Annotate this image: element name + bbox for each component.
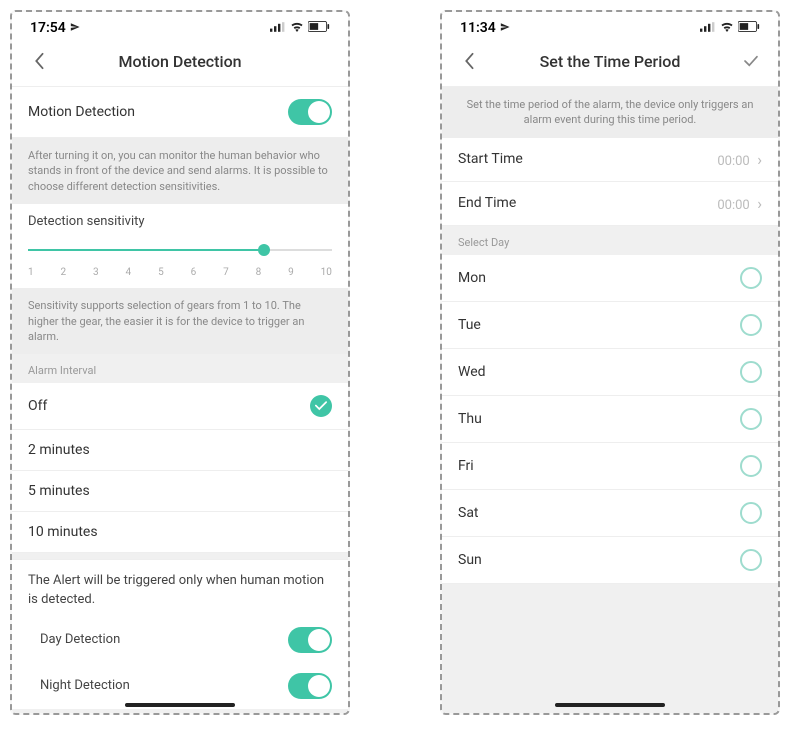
check-icon	[743, 55, 759, 67]
option-label: 5 minutes	[28, 483, 90, 499]
option-label: 10 minutes	[28, 524, 98, 540]
chevron-right-icon: ›	[757, 150, 762, 169]
alert-note: The Alert will be triggered only when hu…	[12, 559, 348, 616]
nav-header: Set the Time Period	[442, 40, 778, 87]
day-label: Tue	[458, 317, 481, 333]
day-radio[interactable]	[740, 267, 762, 289]
screen-set-time-period: 11:34 Set the Time Period Set the tim	[440, 10, 780, 715]
day-label: Thu	[458, 411, 482, 427]
alarm-interval-option-5min[interactable]: 5 minutes	[12, 471, 348, 512]
start-time-value: 00:00	[717, 154, 749, 169]
status-bar: 17:54	[12, 12, 348, 40]
day-label: Sat	[458, 505, 479, 521]
page-title: Set the Time Period	[482, 52, 738, 71]
chevron-left-icon	[463, 52, 475, 70]
day-row-thu[interactable]: Thu	[442, 396, 778, 443]
signal-icon	[270, 20, 286, 36]
day-radio[interactable]	[740, 502, 762, 524]
row-label: End Time	[458, 195, 516, 211]
day-detection-toggle[interactable]	[288, 627, 332, 653]
page-title: Motion Detection	[52, 52, 308, 71]
motion-detection-toggle-row: Motion Detection	[12, 87, 348, 138]
day-radio[interactable]	[740, 361, 762, 383]
status-bar: 11:34	[442, 12, 778, 40]
start-time-row[interactable]: Start Time 00:00 ›	[442, 138, 778, 182]
row-label: Start Time	[458, 151, 523, 167]
signal-icon	[700, 20, 716, 36]
option-label: Off	[28, 398, 47, 414]
wifi-icon	[720, 20, 734, 36]
back-button[interactable]	[456, 48, 482, 74]
confirm-button[interactable]	[738, 48, 764, 74]
day-detection-row: Day Detection	[12, 617, 348, 663]
chevron-left-icon	[33, 52, 45, 70]
day-label: Wed	[458, 364, 486, 380]
day-radio[interactable]	[740, 455, 762, 477]
day-radio[interactable]	[740, 314, 762, 336]
location-icon	[500, 20, 510, 36]
location-icon	[70, 20, 80, 36]
day-row-wed[interactable]: Wed	[442, 349, 778, 396]
content: Motion Detection After turning it on, yo…	[12, 87, 348, 713]
night-detection-row: Night Detection	[12, 663, 348, 709]
screen-motion-detection: 17:54 Motion Detection Motion Detection	[10, 10, 350, 715]
content: Set the time period of the alarm, the de…	[442, 87, 778, 713]
sensitivity-slider[interactable]: 1 2 3 4 5 6 7 8 9 10	[12, 235, 348, 288]
slider-ticks: 1 2 3 4 5 6 7 8 9 10	[28, 267, 332, 278]
period-desc: Set the time period of the alarm, the de…	[442, 87, 778, 138]
option-label: 2 minutes	[28, 442, 90, 458]
motion-detection-toggle[interactable]	[288, 99, 332, 125]
home-indicator[interactable]	[125, 703, 235, 707]
motion-desc: After turning it on, you can monitor the…	[12, 138, 348, 204]
row-label: Motion Detection	[28, 104, 135, 120]
row-label: Night Detection	[40, 678, 130, 693]
row-label: Day Detection	[40, 632, 120, 647]
day-radio[interactable]	[740, 549, 762, 571]
day-label: Fri	[458, 458, 474, 474]
night-detection-toggle[interactable]	[288, 673, 332, 699]
end-time-row[interactable]: End Time 00:00 ›	[442, 182, 778, 226]
home-indicator[interactable]	[555, 703, 665, 707]
day-row-mon[interactable]: Mon	[442, 255, 778, 302]
day-row-sat[interactable]: Sat	[442, 490, 778, 537]
day-row-tue[interactable]: Tue	[442, 302, 778, 349]
wifi-icon	[290, 20, 304, 36]
alarm-interval-option-2min[interactable]: 2 minutes	[12, 430, 348, 471]
sensitivity-title: Detection sensitivity	[12, 204, 348, 235]
day-row-sun[interactable]: Sun	[442, 537, 778, 584]
alarm-interval-option-off[interactable]: Off	[12, 383, 348, 430]
status-time: 17:54	[30, 20, 66, 36]
day-label: Mon	[458, 270, 486, 286]
select-day-label: Select Day	[442, 226, 778, 255]
alarm-interval-option-10min[interactable]: 10 minutes	[12, 512, 348, 553]
day-row-fri[interactable]: Fri	[442, 443, 778, 490]
battery-icon	[738, 20, 760, 36]
battery-icon	[308, 20, 330, 36]
day-label: Sun	[458, 552, 482, 568]
end-time-value: 00:00	[717, 198, 749, 213]
sensitivity-desc: Sensitivity supports selection of gears …	[12, 288, 348, 354]
nav-header: Motion Detection	[12, 40, 348, 87]
check-icon	[310, 395, 332, 417]
back-button[interactable]	[26, 48, 52, 74]
status-time: 11:34	[460, 20, 496, 36]
alarm-interval-label: Alarm Interval	[12, 354, 348, 383]
day-radio[interactable]	[740, 408, 762, 430]
chevron-right-icon: ›	[757, 194, 762, 213]
